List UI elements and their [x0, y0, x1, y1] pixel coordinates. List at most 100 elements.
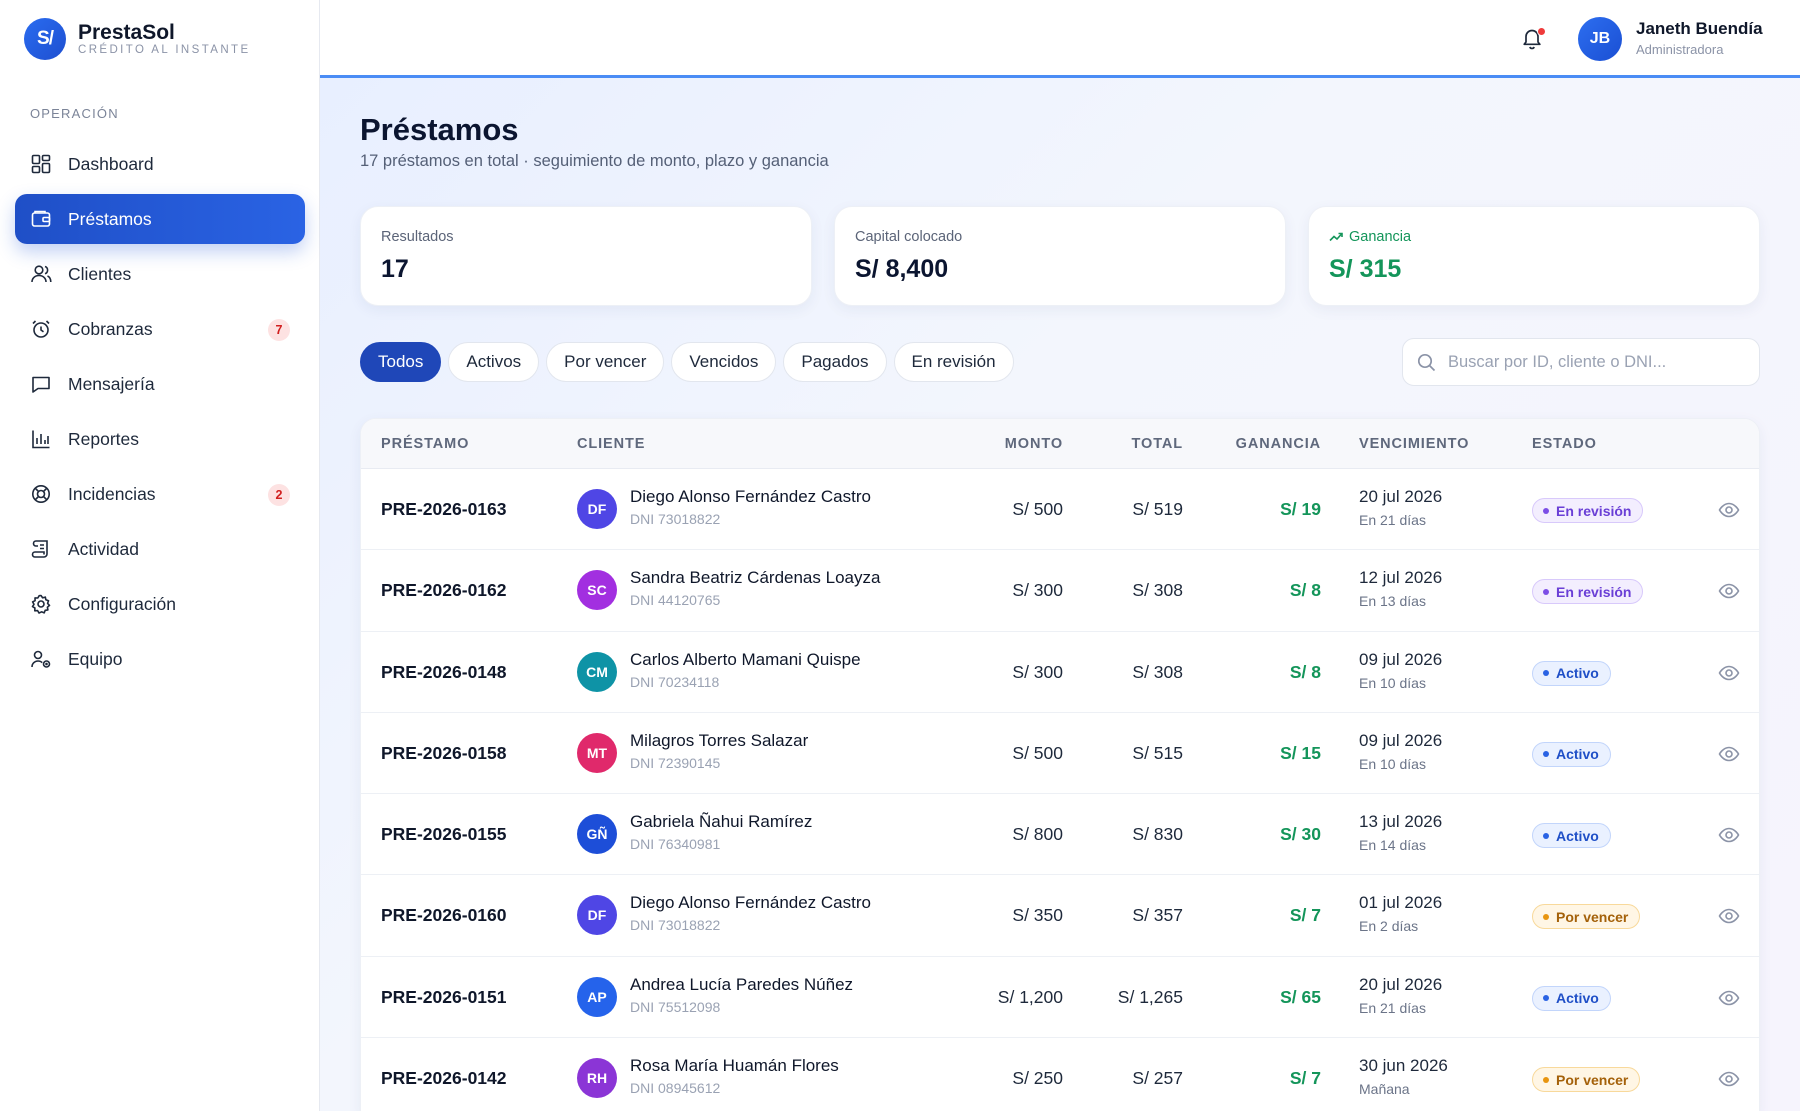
filter-chip-en-revision[interactable]: En revisión: [893, 342, 1014, 382]
loan-id[interactable]: PRE-2026-0142: [381, 1068, 507, 1089]
sidebar-item-clientes[interactable]: Clientes: [15, 249, 305, 299]
col-header-cliente[interactable]: CLIENTE: [577, 436, 645, 452]
brand[interactable]: S/ PrestaSol CRÉDITO AL INSTANTE: [24, 18, 251, 60]
loan-amount: S/ 500: [1012, 499, 1063, 519]
cobranzas-count-badge: 7: [268, 319, 290, 341]
filter-chip-por-vencer[interactable]: Por vencer: [546, 342, 665, 382]
view-eye-icon[interactable]: [1718, 1068, 1740, 1090]
col-header-total[interactable]: TOTAL: [1132, 436, 1183, 452]
sidebar-item-equipo[interactable]: Equipo: [15, 634, 305, 684]
status-badge: Activo: [1532, 660, 1611, 686]
client-name[interactable]: Carlos Alberto Mamani Quispe: [630, 650, 861, 670]
view-eye-icon[interactable]: [1718, 987, 1740, 1009]
sidebar-item-label: Actividad: [68, 538, 140, 559]
client-avatar: AP: [577, 976, 617, 1017]
view-eye-icon[interactable]: [1718, 662, 1740, 684]
client-avatar: DF: [577, 489, 617, 529]
table-row[interactable]: PRE-2026-0158 MT Milagros Torres Salazar DN…: [361, 713, 1759, 795]
table-row[interactable]: PRE-2026-0155 GÑ Gabriela Ñahui Ramírez DNI…: [361, 794, 1759, 876]
table-row[interactable]: PRE-2026-0151 AP Andrea Lucía Paredes Núñe…: [361, 957, 1759, 1039]
status-filter-tabs: Todos Activos Por vencer Vencidos Pagado…: [360, 342, 1021, 382]
table-row[interactable]: PRE-2026-0160 DF Diego Alonso Fernández Ca…: [361, 875, 1759, 957]
status-dot: [1543, 670, 1549, 677]
loan-total: S/ 519: [1132, 499, 1183, 519]
sidebar-item-prestamos[interactable]: Préstamos: [15, 194, 305, 244]
stat-label: Resultados: [381, 229, 454, 245]
client-name[interactable]: Diego Alonso Fernández Castro: [630, 893, 871, 913]
user-avatar[interactable]: JB: [1578, 17, 1622, 61]
loan-id[interactable]: PRE-2026-0155: [381, 824, 507, 845]
user-name[interactable]: Janeth Buendía: [1636, 19, 1763, 39]
loan-amount: S/ 300: [1012, 580, 1063, 601]
sidebar-item-cobranzas[interactable]: Cobranzas 7: [15, 304, 305, 354]
col-header-monto[interactable]: MONTO: [1005, 436, 1063, 452]
table-row[interactable]: PRE-2026-0163 DF Diego Alonso Fernández Ca…: [361, 469, 1759, 551]
loan-total: S/ 308: [1132, 580, 1183, 601]
client-name[interactable]: Andrea Lucía Paredes Núñez: [630, 975, 853, 995]
page-title: Préstamos: [360, 112, 519, 147]
sidebar-item-label: Préstamos: [68, 208, 152, 229]
search-box: [1402, 338, 1760, 386]
user-role: Administradora: [1636, 42, 1724, 57]
sidebar-item-label: Clientes: [68, 263, 132, 284]
sidebar-item-label: Cobranzas: [68, 318, 153, 339]
view-eye-icon[interactable]: [1718, 743, 1740, 765]
stat-label: Ganancia: [1349, 229, 1412, 245]
due-date: 13 jul 2026: [1359, 812, 1443, 832]
loan-id[interactable]: PRE-2026-0148: [381, 662, 507, 683]
table-row[interactable]: PRE-2026-0162 SC Sandra Beatriz Cárdenas L…: [361, 550, 1759, 632]
loan-id[interactable]: PRE-2026-0151: [381, 987, 507, 1008]
status-label: Activo: [1556, 990, 1599, 1007]
sidebar-item-configuracion[interactable]: Configuración: [15, 579, 305, 629]
sidebar-item-reportes[interactable]: Reportes: [15, 414, 305, 464]
status-badge: Por vencer: [1532, 904, 1641, 930]
filter-chip-todos[interactable]: Todos: [360, 342, 442, 382]
stat-card-resultados: Resultados 17: [360, 206, 812, 306]
col-header-ganancia[interactable]: GANANCIA: [1236, 436, 1321, 452]
sidebar-item-actividad[interactable]: Actividad: [15, 524, 305, 574]
status-badge: Activo: [1532, 985, 1611, 1011]
search-input[interactable]: [1448, 352, 1738, 372]
sidebar-item-label: Mensajería: [68, 373, 155, 394]
client-name[interactable]: Rosa María Huamán Flores: [630, 1056, 839, 1076]
filter-chip-pagados[interactable]: Pagados: [783, 342, 887, 382]
client-dni: DNI 72390145: [630, 754, 721, 771]
sidebar-item-incidencias[interactable]: Incidencias 2: [15, 469, 305, 519]
view-eye-icon[interactable]: [1718, 905, 1740, 927]
stat-card-capital: Capital colocado S/ 8,400: [834, 206, 1286, 306]
view-eye-icon[interactable]: [1718, 824, 1740, 846]
status-dot: [1543, 751, 1549, 758]
loan-id[interactable]: PRE-2026-0162: [381, 580, 507, 601]
col-header-vencimiento[interactable]: VENCIMIENTO: [1359, 436, 1469, 452]
table-row[interactable]: PRE-2026-0142 RH Rosa María Huamán Flores D…: [361, 1038, 1759, 1111]
loan-amount: S/ 250: [1012, 1068, 1063, 1089]
client-name[interactable]: Sandra Beatriz Cárdenas Loayza: [630, 568, 880, 588]
table-row[interactable]: PRE-2026-0148 CM Carlos Alberto Mamani Qui…: [361, 632, 1759, 713]
col-header-estado[interactable]: ESTADO: [1532, 436, 1597, 452]
client-name[interactable]: Diego Alonso Fernández Castro: [630, 487, 871, 507]
stat-label-row: Ganancia: [1329, 229, 1411, 245]
client-name[interactable]: Milagros Torres Salazar: [630, 731, 808, 751]
loan-id[interactable]: PRE-2026-0158: [381, 743, 507, 764]
view-eye-icon[interactable]: [1718, 499, 1740, 521]
status-label: En revisión: [1556, 583, 1632, 600]
client-avatar: CM: [577, 651, 617, 692]
filter-chip-vencidos[interactable]: Vencidos: [671, 342, 777, 382]
filter-chip-activos[interactable]: Activos: [448, 342, 540, 382]
loan-amount: S/ 800: [1012, 824, 1063, 845]
sidebar-item-dashboard[interactable]: Dashboard: [15, 139, 305, 189]
trending-up-icon: [1329, 232, 1343, 242]
loan-profit: S/ 7: [1289, 1068, 1321, 1089]
loan-amount: S/ 1,200: [997, 986, 1063, 1007]
col-header-prestamo[interactable]: PRÉSTAMO: [381, 436, 469, 452]
due-relative: En 14 días: [1359, 837, 1426, 854]
due-relative: En 21 días: [1359, 512, 1426, 528]
client-dni: DNI 73018822: [630, 917, 721, 934]
loan-id[interactable]: PRE-2026-0160: [381, 905, 507, 926]
loan-total: S/ 257: [1132, 1068, 1183, 1089]
loan-id[interactable]: PRE-2026-0163: [381, 499, 507, 520]
sidebar-item-mensajeria[interactable]: Mensajería: [15, 359, 305, 409]
status-label: Activo: [1556, 665, 1599, 682]
client-name[interactable]: Gabriela Ñahui Ramírez: [630, 812, 812, 832]
view-eye-icon[interactable]: [1718, 580, 1740, 602]
